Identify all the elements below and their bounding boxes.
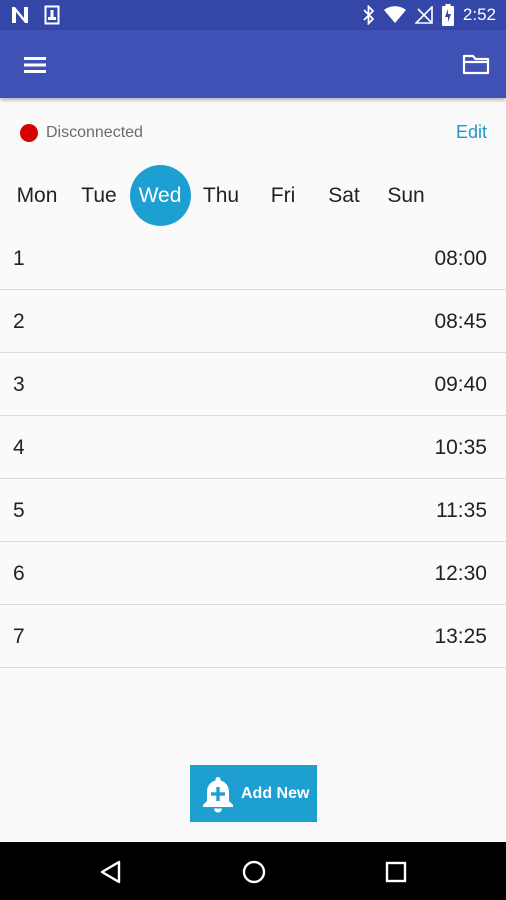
connection-status-label: Disconnected bbox=[46, 124, 143, 141]
period-number: 4 bbox=[13, 436, 25, 459]
clock: 2:52 bbox=[462, 5, 496, 24]
bell-plus-icon bbox=[203, 776, 233, 812]
weekday-selector: Mon Tue Wed Thu Fri Sat Sun bbox=[0, 165, 506, 226]
day-tab-tue[interactable]: Tue bbox=[68, 166, 130, 226]
back-icon[interactable] bbox=[97, 857, 127, 887]
period-number: 1 bbox=[13, 247, 25, 270]
schedule-row[interactable]: 6 12:30 bbox=[0, 542, 506, 605]
folder-icon[interactable] bbox=[462, 51, 490, 77]
battery-icon bbox=[441, 4, 454, 26]
status-indicator-dot bbox=[20, 124, 38, 142]
sim-card-icon bbox=[44, 5, 60, 25]
hamburger-menu-icon[interactable] bbox=[22, 52, 48, 78]
period-time: 13:25 bbox=[434, 625, 487, 648]
period-time: 08:45 bbox=[434, 310, 487, 333]
system-nav-bar bbox=[0, 842, 506, 900]
no-signal-icon bbox=[414, 6, 433, 24]
day-tab-mon[interactable]: Mon bbox=[6, 166, 68, 226]
period-time: 12:30 bbox=[434, 562, 487, 585]
day-tab-sun[interactable]: Sun bbox=[375, 166, 437, 226]
schedule-list: 1 08:00 2 08:45 3 09:40 4 10:35 5 11:35 … bbox=[0, 227, 506, 668]
wifi-icon bbox=[383, 6, 406, 23]
schedule-row[interactable]: 5 11:35 bbox=[0, 479, 506, 542]
period-number: 2 bbox=[13, 310, 25, 333]
period-number: 3 bbox=[13, 373, 25, 396]
schedule-row[interactable]: 7 13:25 bbox=[0, 605, 506, 668]
app-bar bbox=[0, 30, 506, 98]
day-tab-fri[interactable]: Fri bbox=[252, 166, 314, 226]
period-time: 08:00 bbox=[434, 247, 487, 270]
schedule-row[interactable]: 3 09:40 bbox=[0, 353, 506, 416]
period-number: 6 bbox=[13, 562, 25, 585]
bluetooth-icon bbox=[363, 5, 375, 25]
n-logo-icon bbox=[12, 7, 28, 23]
schedule-row[interactable]: 1 08:00 bbox=[0, 227, 506, 290]
schedule-row[interactable]: 2 08:45 bbox=[0, 290, 506, 353]
edit-button[interactable]: Edit bbox=[456, 122, 487, 143]
recents-icon[interactable] bbox=[381, 857, 411, 887]
period-time: 10:35 bbox=[434, 436, 487, 459]
day-tab-sat[interactable]: Sat bbox=[313, 166, 375, 226]
home-icon[interactable] bbox=[239, 857, 269, 887]
period-number: 5 bbox=[13, 499, 25, 522]
day-tab-wed[interactable]: Wed bbox=[129, 165, 191, 226]
period-number: 7 bbox=[13, 625, 25, 648]
period-time: 11:35 bbox=[436, 499, 487, 522]
schedule-row[interactable]: 4 10:35 bbox=[0, 416, 506, 479]
add-new-button[interactable]: Add New bbox=[190, 765, 317, 822]
status-bar: 2:52 bbox=[0, 0, 506, 30]
add-new-label: Add New bbox=[241, 784, 310, 802]
day-tab-thu[interactable]: Thu bbox=[190, 166, 252, 226]
period-time: 09:40 bbox=[434, 373, 487, 396]
connection-row: Disconnected Edit bbox=[0, 116, 506, 150]
